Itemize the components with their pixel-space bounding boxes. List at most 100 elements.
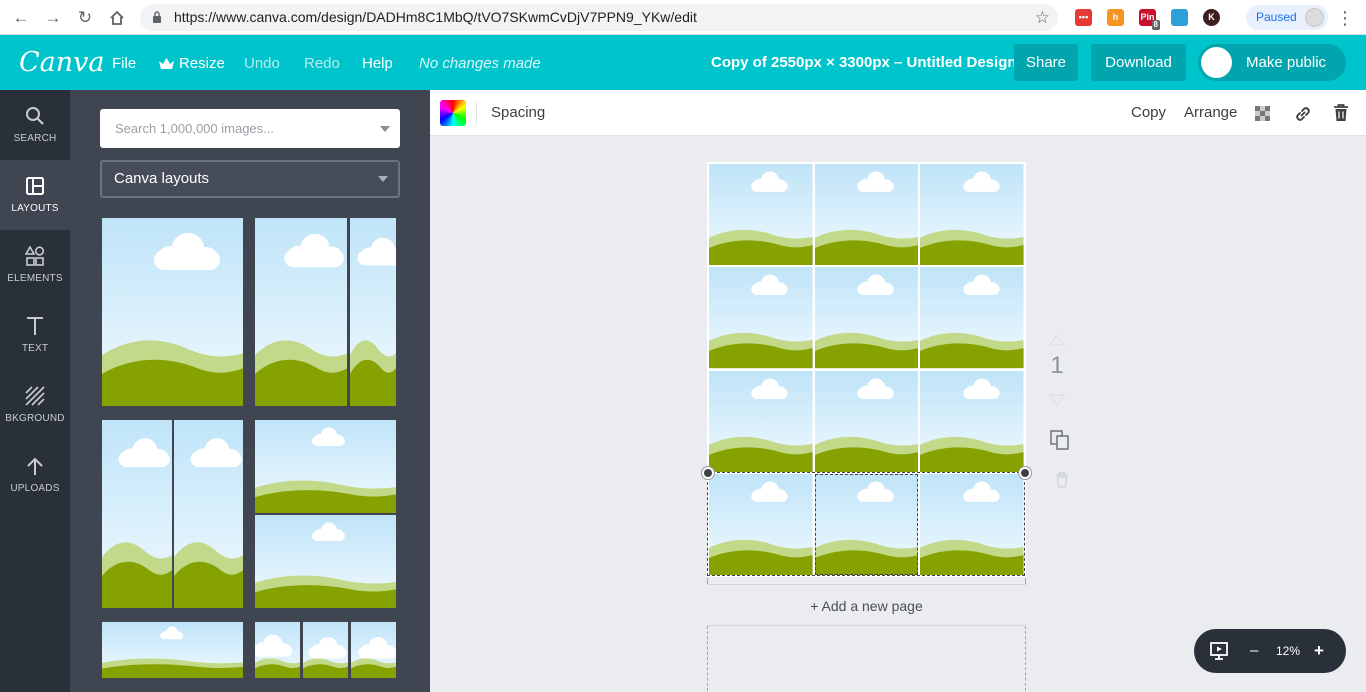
cloud-icon xyxy=(308,637,347,659)
layouts-icon xyxy=(26,177,44,195)
document-title[interactable]: Copy of 2550px × 3300px – Untitled Desig… xyxy=(711,35,1017,91)
ellipsis-extension-icon[interactable]: ••• xyxy=(1075,9,1092,26)
grid-cell[interactable] xyxy=(920,370,1024,472)
grid-cell[interactable] xyxy=(709,370,813,472)
browser-toolbar: ← → ↻ https://www.canva.com/design/DADHm… xyxy=(0,0,1366,35)
cloud-icon xyxy=(963,481,1000,502)
design-page[interactable] xyxy=(707,162,1026,577)
grid-cell[interactable] xyxy=(920,267,1024,369)
cloud-icon xyxy=(857,481,894,502)
transparency-icon[interactable] xyxy=(1255,106,1270,121)
image-search-input[interactable]: Search 1,000,000 images... xyxy=(100,109,400,148)
cloud-icon xyxy=(751,171,788,192)
layout-thumbnail[interactable] xyxy=(255,420,396,608)
delete-page-icon[interactable] xyxy=(1050,472,1074,488)
address-bar[interactable]: https://www.canva.com/design/DADHm8C1MbQ… xyxy=(140,4,1058,31)
zoom-in-button[interactable]: + xyxy=(1314,629,1324,673)
rail-label: TEXT xyxy=(21,343,49,354)
rail-item-text[interactable]: TEXT xyxy=(0,300,70,370)
profile-paused-button[interactable]: Paused xyxy=(1246,5,1328,30)
copy-button[interactable]: Copy xyxy=(1131,90,1166,136)
add-page-button[interactable]: + Add a new page xyxy=(707,584,1026,626)
more-menu-icon[interactable]: ⋮ xyxy=(1336,5,1354,31)
grid-cell[interactable] xyxy=(920,164,1024,266)
download-button[interactable]: Download xyxy=(1091,44,1186,81)
extension-badge: 8 xyxy=(1151,20,1160,30)
page-frame xyxy=(707,626,1026,692)
forward-arrow-icon[interactable]: → xyxy=(40,5,66,31)
arrange-button[interactable]: Arrange xyxy=(1184,90,1237,136)
color-picker-button[interactable] xyxy=(440,100,466,126)
chevron-down-icon xyxy=(378,176,388,182)
undo-button[interactable]: Undo xyxy=(244,35,280,92)
home-icon[interactable] xyxy=(104,5,130,31)
cloud-icon xyxy=(857,171,894,192)
upload-arrow-icon xyxy=(27,457,43,475)
duplicate-page-icon[interactable] xyxy=(1048,430,1072,450)
cloud-icon xyxy=(154,233,220,270)
rail-item-search[interactable]: SEARCH xyxy=(0,90,70,160)
layout-thumbnail[interactable] xyxy=(102,622,243,678)
profile-status: Paused xyxy=(1256,10,1297,24)
trash-icon[interactable] xyxy=(1333,104,1349,122)
cloud-icon xyxy=(255,634,293,657)
link-icon[interactable] xyxy=(1293,104,1313,124)
cloud-icon xyxy=(751,274,788,296)
layout-thumbnail[interactable] xyxy=(255,622,396,678)
grid-cell[interactable] xyxy=(814,164,919,266)
grid-cell[interactable] xyxy=(920,473,1024,575)
cloud-icon xyxy=(751,378,788,399)
cloud-icon xyxy=(357,237,396,266)
make-public-toggle[interactable]: Make public xyxy=(1198,44,1346,81)
cloud-icon xyxy=(963,274,1000,296)
spacing-button[interactable]: Spacing xyxy=(491,90,545,136)
help-menu[interactable]: Help xyxy=(362,35,393,92)
rail-label: UPLOADS xyxy=(10,483,60,494)
cloud-icon xyxy=(857,378,894,399)
search-placeholder: Search 1,000,000 images... xyxy=(115,121,274,136)
grid-cell[interactable] xyxy=(709,473,813,575)
grid-cell[interactable] xyxy=(814,370,919,472)
k-extension-icon[interactable]: K xyxy=(1203,9,1220,26)
page-down-icon[interactable] xyxy=(1045,394,1069,406)
layouts-panel: Search 1,000,000 images... Canva layouts xyxy=(70,90,430,692)
page-number: 1 xyxy=(1050,352,1064,379)
reload-icon[interactable]: ↻ xyxy=(72,5,98,31)
cloud-icon xyxy=(358,637,396,659)
layout-thumbnail[interactable] xyxy=(255,218,396,406)
rail-label: BKGROUND xyxy=(5,413,65,424)
chevron-down-icon[interactable] xyxy=(380,126,390,132)
canva-logo[interactable]: Canva xyxy=(19,35,105,90)
rail-item-background[interactable]: BKGROUND xyxy=(0,370,70,440)
share-button[interactable]: Share xyxy=(1014,44,1078,81)
bookmark-star-icon[interactable]: ☆ xyxy=(1035,4,1050,31)
resize-label: Resize xyxy=(179,55,225,72)
pinterest-extension-icon[interactable]: Pin 8 xyxy=(1139,9,1160,30)
grid-cell[interactable] xyxy=(709,164,813,266)
layout-source-select[interactable]: Canva layouts xyxy=(100,160,400,198)
swift-extension-icon[interactable] xyxy=(1171,9,1188,26)
grid-cell[interactable] xyxy=(814,267,919,369)
rail-item-uploads[interactable]: UPLOADS xyxy=(0,440,70,510)
resize-button[interactable]: Resize xyxy=(159,35,225,92)
presentation-icon[interactable] xyxy=(1209,641,1229,661)
rail-item-layouts[interactable]: LAYOUTS xyxy=(0,160,70,230)
resize-handle-left[interactable] xyxy=(702,467,714,479)
grid-cell[interactable] xyxy=(814,473,919,575)
cloud-icon xyxy=(312,427,345,446)
zoom-level[interactable]: 12% xyxy=(1276,629,1300,673)
zoom-out-button[interactable]: – xyxy=(1250,629,1258,673)
grid-cell[interactable] xyxy=(709,267,813,369)
layout-thumbnail[interactable] xyxy=(102,420,243,608)
rail-item-elements[interactable]: ELEMENTS xyxy=(0,230,70,300)
cloud-icon xyxy=(963,378,1000,399)
editor-toolbar: Spacing Copy Arrange xyxy=(430,90,1366,136)
file-menu[interactable]: File xyxy=(112,35,136,92)
resize-handle-right[interactable] xyxy=(1019,467,1031,479)
back-arrow-icon[interactable]: ← xyxy=(8,5,34,31)
redo-button[interactable]: Redo xyxy=(304,35,340,92)
page-up-icon[interactable] xyxy=(1045,334,1069,346)
layout-thumbnail[interactable] xyxy=(102,218,243,406)
lock-icon xyxy=(153,11,161,23)
honey-extension-icon[interactable]: h xyxy=(1107,9,1124,26)
